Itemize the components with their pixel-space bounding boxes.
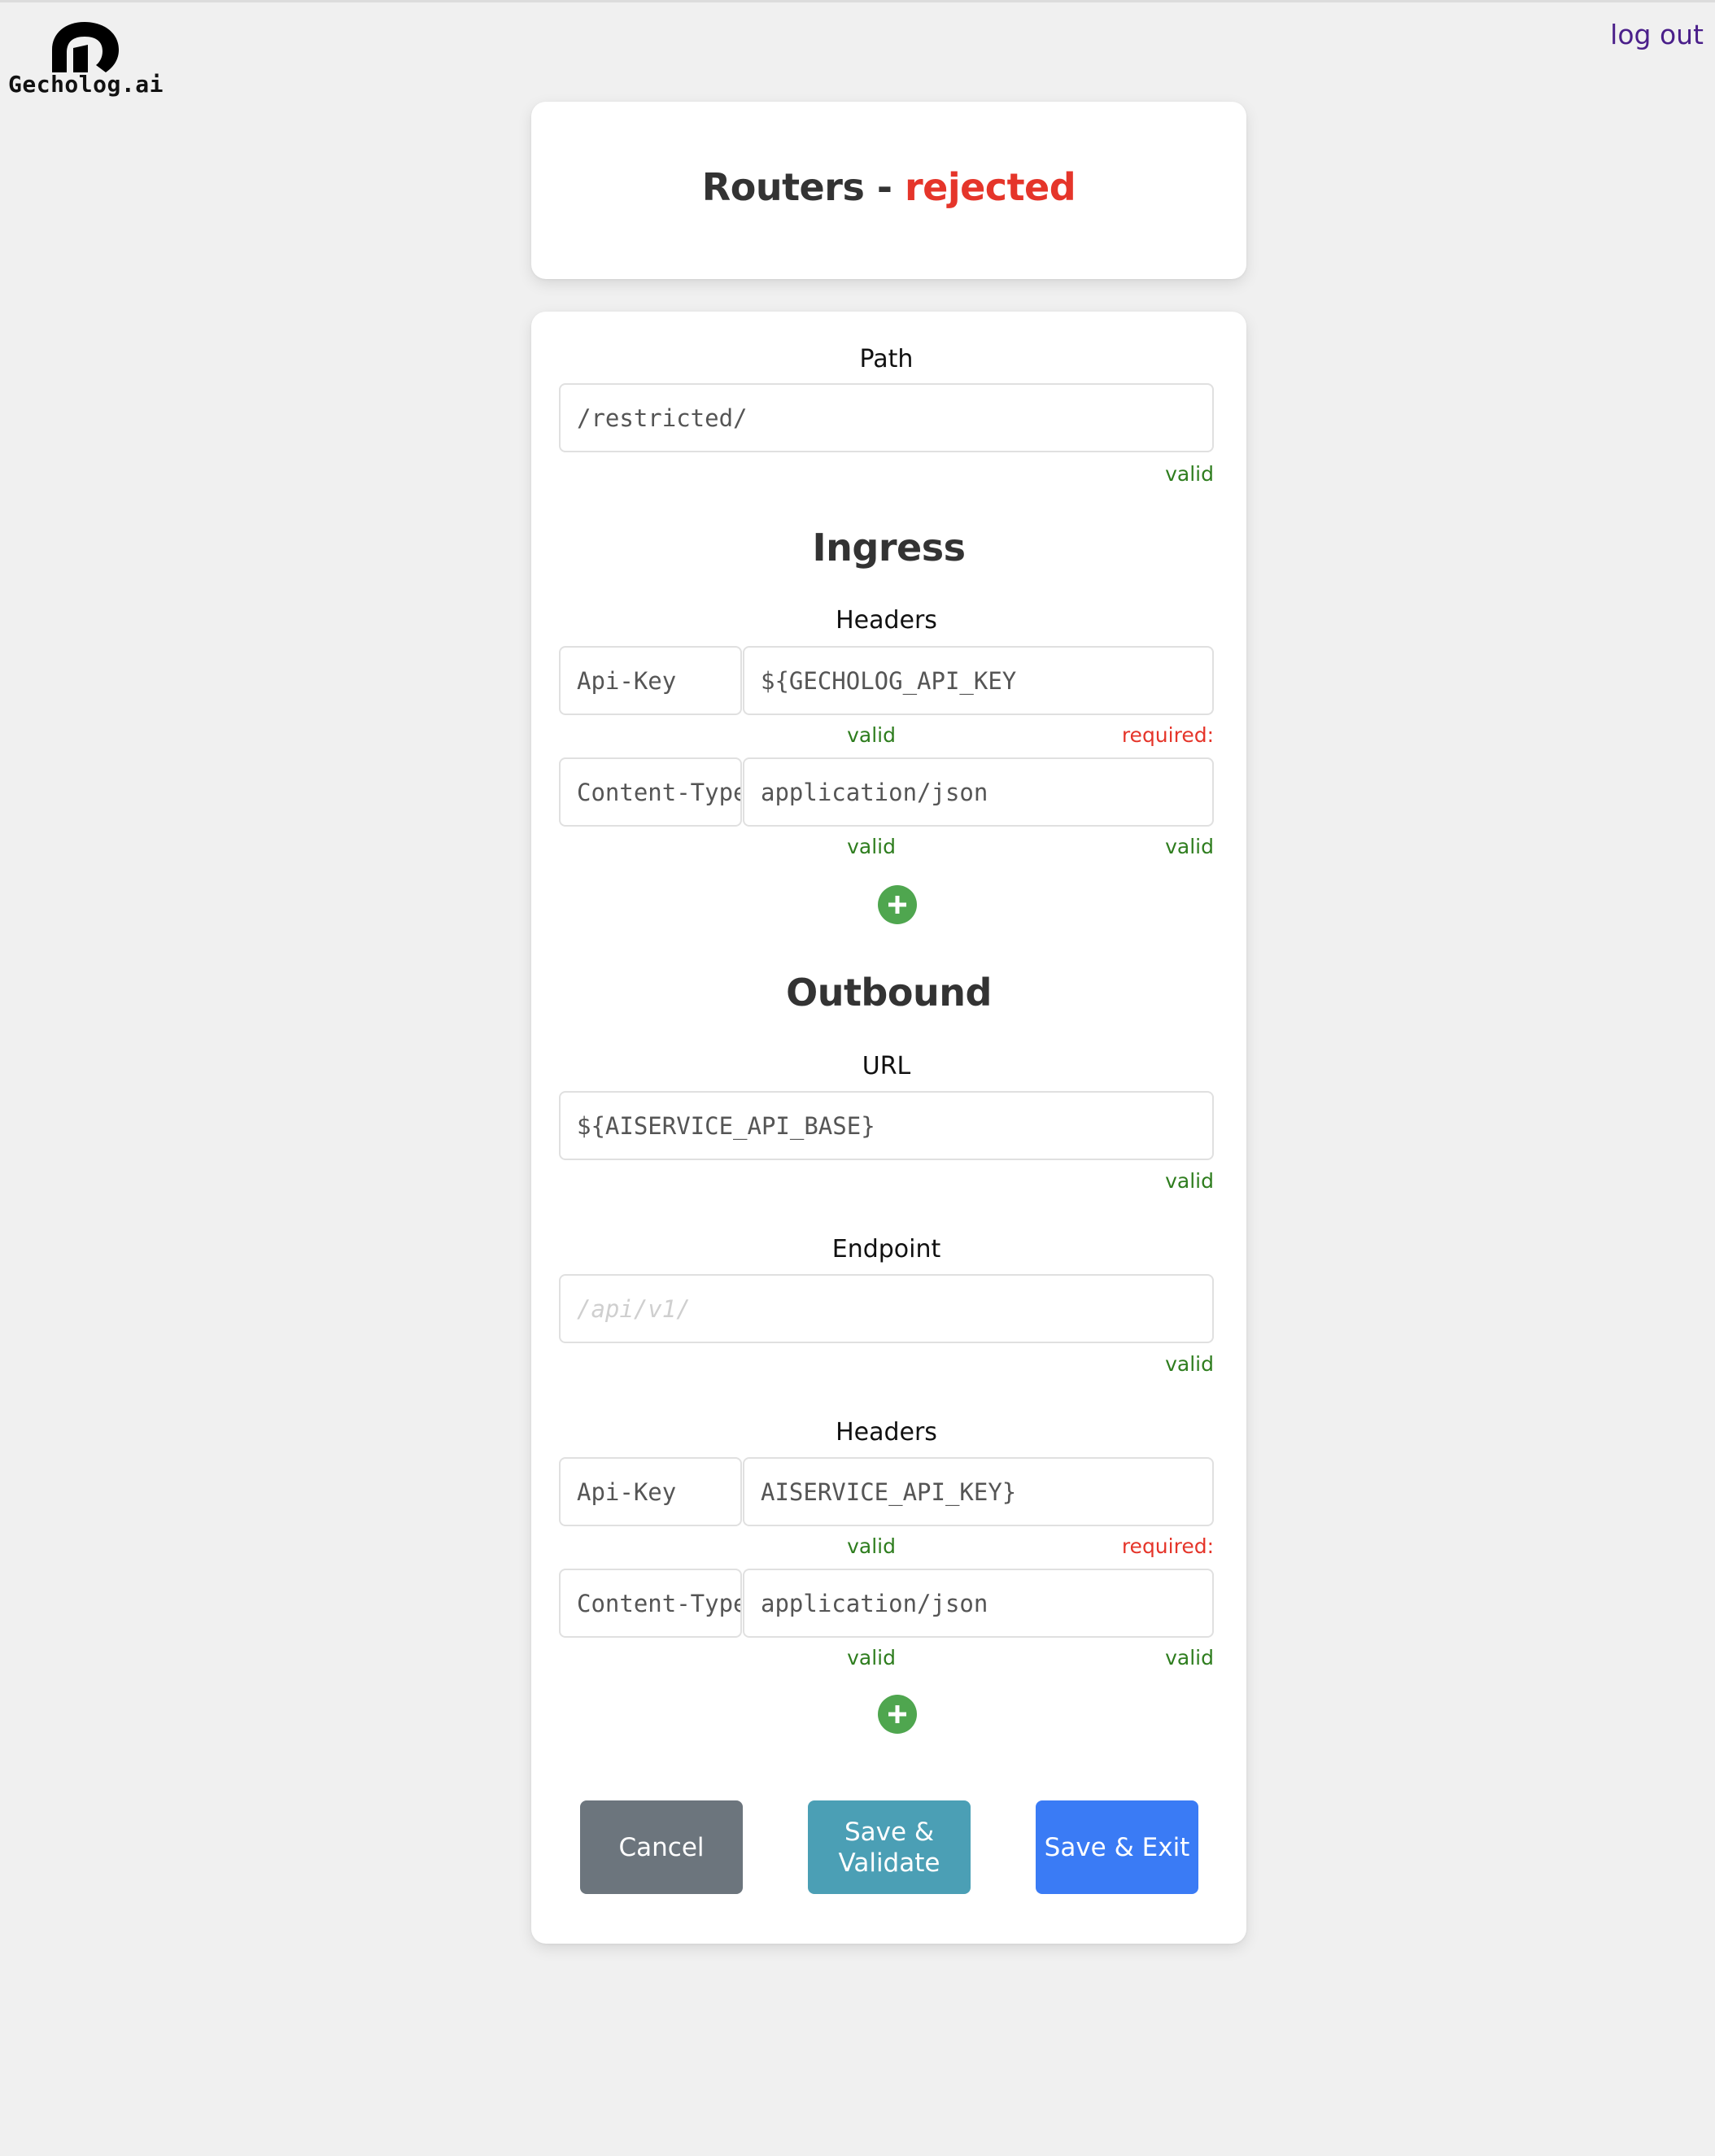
brand-name: Gecholog.ai	[8, 71, 164, 98]
outbound-header-value-status: valid	[1165, 1646, 1214, 1669]
outbound-header-value-input[interactable]	[743, 1569, 1214, 1638]
endpoint-label: Endpoint	[831, 1235, 941, 1263]
path-label: Path	[859, 345, 914, 373]
add-ingress-header-button[interactable]	[878, 885, 917, 924]
outbound-header-value-status: required:	[1121, 1534, 1214, 1558]
add-outbound-header-button[interactable]	[878, 1695, 917, 1734]
title-card: Routers - rejected	[531, 102, 1246, 279]
endpoint-status: valid	[1165, 1352, 1214, 1376]
page-title: Routers - rejected	[531, 165, 1246, 209]
url-status: valid	[1165, 1169, 1214, 1193]
plus-icon	[888, 1705, 906, 1723]
ingress-header-key-input[interactable]	[559, 646, 742, 715]
outbound-header-key-input[interactable]	[559, 1569, 742, 1638]
url-input[interactable]	[559, 1091, 1214, 1160]
ingress-header-value-input[interactable]	[743, 757, 1214, 827]
outbound-header-value-input[interactable]	[743, 1457, 1214, 1526]
save-exit-button[interactable]: Save & Exit	[1036, 1800, 1198, 1894]
ingress-header-value-status: required:	[1121, 723, 1214, 747]
path-input[interactable]	[559, 383, 1214, 452]
outbound-heading: Outbound	[786, 971, 992, 1015]
endpoint-input[interactable]	[559, 1274, 1214, 1343]
ingress-heading: Ingress	[812, 526, 966, 570]
ingress-headers-label: Headers	[836, 606, 937, 635]
page-title-prefix: Routers -	[701, 165, 905, 209]
ingress-header-value-status: valid	[1165, 835, 1214, 858]
router-status: rejected	[904, 165, 1076, 209]
gecholog-g-logo-icon	[52, 22, 119, 72]
cancel-button[interactable]: Cancel	[580, 1800, 743, 1894]
save-validate-button[interactable]: Save & Validate	[808, 1800, 971, 1894]
ingress-header-key-input[interactable]	[559, 757, 742, 827]
outbound-header-key-input[interactable]	[559, 1457, 742, 1526]
brand-logo: Gecholog.ai	[8, 17, 171, 107]
outbound-headers-label: Headers	[836, 1418, 937, 1447]
ingress-header-value-input[interactable]	[743, 646, 1214, 715]
path-status: valid	[1165, 462, 1214, 486]
url-label: URL	[862, 1052, 911, 1080]
logout-link[interactable]: log out	[1610, 19, 1704, 50]
plus-icon	[888, 896, 906, 914]
